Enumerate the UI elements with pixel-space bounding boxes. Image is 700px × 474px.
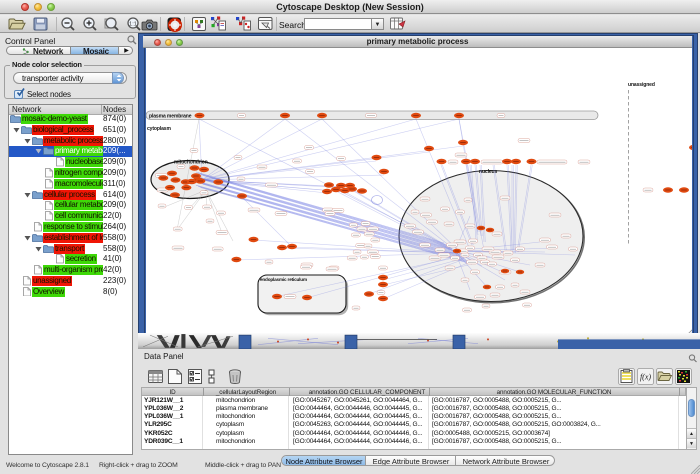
svg-text:unassigned: unassigned <box>628 82 655 88</box>
svg-text:1:1: 1:1 <box>129 21 137 27</box>
svg-text:cytoplasm: cytoplasm <box>147 126 171 132</box>
svg-text:plasma membrane: plasma membrane <box>149 114 192 120</box>
svg-text:endoplasmic reticulum: endoplasmic reticulum <box>260 277 307 282</box>
svg-text:f(x): f(x) <box>640 373 651 382</box>
